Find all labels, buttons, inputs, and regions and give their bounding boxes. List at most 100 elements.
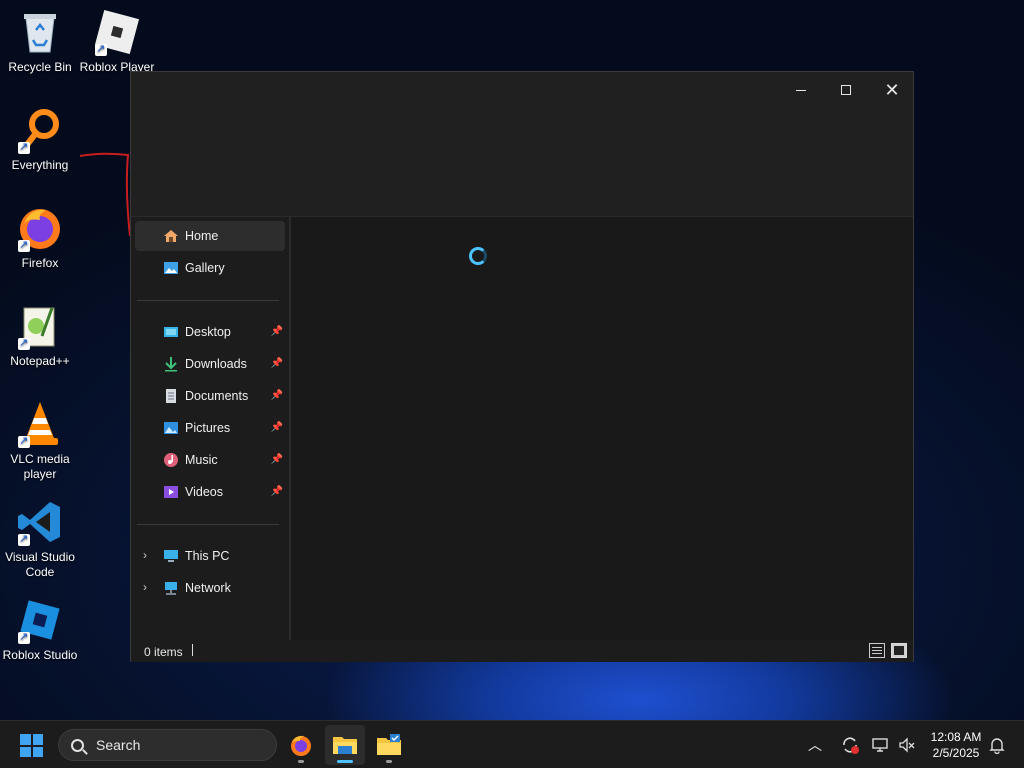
navigation-pane: Home Gallery Desktop 📌 Downloads 📌 Docum… [131,217,289,640]
item-count: 0 items [144,645,183,659]
network-icon [163,580,179,596]
maximize-button[interactable] [823,76,869,104]
search-placeholder: Search [96,737,141,753]
clock-date: 2/5/2025 [932,746,980,760]
desktop-icon-notepad-plus-plus[interactable]: Notepad++ [0,302,80,369]
shortcut-arrow-icon [18,140,30,155]
minimize-button[interactable] [778,76,824,104]
home-icon [163,228,179,244]
show-hidden-icons-button[interactable]: ︿ [808,721,822,768]
nav-item-downloads[interactable]: Downloads 📌 [135,349,285,379]
nav-item-desktop[interactable]: Desktop 📌 [135,317,285,347]
nav-item-music[interactable]: Music 📌 [135,445,285,475]
desktop-icon-label: Recycle Bin [8,60,72,74]
nav-item-label: Music [185,453,218,467]
maximize-icon [841,85,851,95]
videos-icon [163,484,179,500]
nav-item-label: Documents [185,389,249,403]
running-indicator [298,760,304,763]
desktop-icons: Recycle Bin Roblox Player Everything [0,0,154,720]
roblox-player-icon [93,8,141,57]
desktop-icon-roblox-studio[interactable]: Roblox Studio [0,596,80,663]
shortcut-arrow-icon [18,630,30,645]
vscode-icon [16,498,64,547]
file-explorer-icon [333,737,357,754]
notifications-button[interactable] [988,721,1006,768]
desktop-icon-label: VLC media player [10,452,70,481]
shortcut-arrow-icon [18,532,30,547]
recycle-bin-icon [16,8,64,56]
pin-icon[interactable]: 📌 [271,486,283,497]
nav-item-gallery[interactable]: Gallery [135,253,285,283]
file-explorer-window[interactable]: ✕ Home Gallery Desktop 📌 Downloads 📌 Doc… [130,71,914,662]
nav-item-videos[interactable]: Videos 📌 [135,477,285,507]
roblox-studio-icon [16,596,64,645]
chevron-right-icon[interactable]: › [143,548,147,562]
nav-item-home[interactable]: Home [135,221,285,251]
taskbar: Search ︿ 12:08 AM 2/5/2025 [0,720,1024,768]
desktop-icon-label: Firefox [21,256,59,270]
windows-logo-icon [20,734,31,745]
running-indicator [386,760,392,763]
pin-icon[interactable]: 📌 [271,390,283,401]
taskbar-app-folder[interactable] [369,725,409,765]
title-bar[interactable]: ✕ [131,72,913,217]
nav-item-this-pc[interactable]: › This PC [135,541,285,571]
file-list-area[interactable] [291,217,913,640]
nav-item-label: Gallery [185,261,225,275]
nav-item-label: Network [185,581,231,595]
tray-sync-status[interactable] [840,721,860,768]
desktop-icon-label: Everything [11,158,69,172]
shortcut-arrow-icon [18,434,30,449]
desktop-icon-vscode[interactable]: Visual Studio Code [0,498,80,580]
pin-icon[interactable]: 📌 [271,358,283,369]
close-button[interactable]: ✕ [869,76,915,104]
downloads-icon [163,356,179,372]
desktop-icon-roblox-player[interactable]: Roblox Player [77,8,157,75]
vlc-icon [16,400,64,449]
desktop-icon-vlc[interactable]: VLC media player [0,400,80,482]
clock-time: 12:08 AM [930,730,982,744]
desktop-icon-everything[interactable]: Everything [0,106,80,173]
notepad-plus-plus-icon [16,302,64,351]
taskbar-app-firefox[interactable] [281,725,321,765]
tray-volume[interactable] [898,721,916,768]
nav-item-network[interactable]: › Network [135,573,285,603]
nav-item-documents[interactable]: Documents 📌 [135,381,285,411]
taskbar-search-box[interactable]: Search [58,729,277,761]
chevron-right-icon[interactable]: › [143,580,147,594]
everything-search-icon [16,106,64,155]
desktop-icon-firefox[interactable]: Firefox [0,204,80,271]
documents-icon [163,388,179,404]
pin-icon[interactable]: 📌 [271,326,283,337]
nav-item-label: This PC [185,549,230,563]
desktop-icon-recycle-bin[interactable]: Recycle Bin [0,8,80,75]
nav-item-label: Home [185,229,219,243]
taskbar-app-file-explorer[interactable] [325,725,365,765]
network-disconnected-icon [872,738,888,752]
nav-item-label: Videos [185,485,223,499]
taskbar-clock[interactable]: 12:08 AM 2/5/2025 [925,729,987,761]
start-button[interactable] [20,734,43,757]
nav-item-label: Downloads [185,357,247,371]
large-icons-view-button[interactable] [891,643,907,658]
active-indicator [337,760,353,763]
close-icon: ✕ [884,80,900,100]
bell-icon [989,738,1005,754]
shortcut-arrow-icon [95,42,107,57]
tray-network-status[interactable] [871,721,889,768]
desktop-folder-icon [163,324,179,340]
desktop-icon-label: Notepad++ [10,354,70,368]
desktop-icon-label: Roblox Studio [2,648,78,662]
folder-check-icon [377,734,401,755]
nav-divider [137,300,279,301]
red-annotation-line [79,152,131,237]
shortcut-arrow-icon [18,238,30,253]
nav-item-pictures[interactable]: Pictures 📌 [135,413,285,443]
pin-icon[interactable]: 📌 [271,422,283,433]
pin-icon[interactable]: 📌 [271,454,283,465]
shortcut-arrow-icon [18,336,30,351]
firefox-icon [291,735,311,756]
desktop-icon-label: Visual Studio Code [5,550,75,579]
details-view-button[interactable] [869,643,885,658]
